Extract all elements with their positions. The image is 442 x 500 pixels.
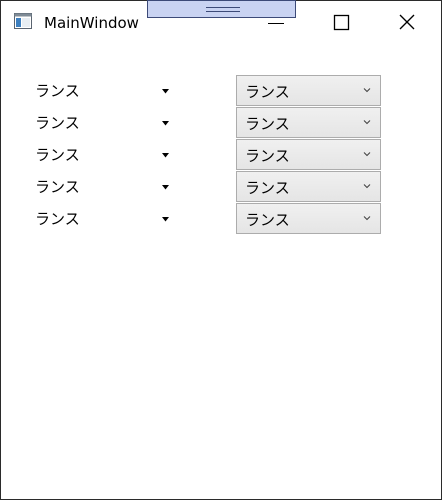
- combo-selected-value: ランス: [245, 147, 290, 165]
- minimize-icon: [268, 23, 284, 24]
- combo-box[interactable]: ランス: [236, 171, 381, 202]
- drag-handle-icon[interactable]: [206, 7, 240, 12]
- maximize-icon: [333, 14, 350, 31]
- combo-box[interactable]: ランス: [236, 107, 381, 138]
- combo-selected-value: ランス: [245, 83, 290, 101]
- chevron-down-icon: [363, 216, 371, 221]
- row-label: ランス: [35, 82, 80, 100]
- close-icon: [399, 14, 415, 30]
- row-label: ランス: [35, 114, 80, 132]
- chevron-down-icon: [363, 152, 371, 157]
- dropdown-arrow-icon[interactable]: [161, 88, 170, 94]
- dropdown-arrow-icon[interactable]: [161, 120, 170, 126]
- maximize-button[interactable]: [309, 1, 375, 45]
- chevron-down-icon: [363, 120, 371, 125]
- combo-box[interactable]: ランス: [236, 139, 381, 170]
- minimize-button[interactable]: [243, 1, 309, 45]
- main-window: MainWindow ランス ランス ランス ランス ランス ランス ランス ラ…: [0, 0, 442, 500]
- combo-box[interactable]: ランス: [236, 75, 381, 106]
- dropdown-arrow-icon[interactable]: [161, 216, 170, 222]
- window-title: MainWindow: [44, 14, 139, 32]
- title-bar[interactable]: MainWindow: [1, 0, 441, 45]
- close-button[interactable]: [375, 1, 441, 45]
- dropdown-arrow-icon[interactable]: [161, 184, 170, 190]
- row-label: ランス: [35, 178, 80, 196]
- dropdown-arrow-icon[interactable]: [161, 152, 170, 158]
- row-label: ランス: [35, 146, 80, 164]
- combo-selected-value: ランス: [245, 211, 290, 229]
- combo-box[interactable]: ランス: [236, 203, 381, 234]
- combo-selected-value: ランス: [245, 179, 290, 197]
- row-label: ランス: [35, 210, 80, 228]
- chevron-down-icon: [363, 184, 371, 189]
- app-window-icon: [14, 13, 32, 29]
- combo-selected-value: ランス: [245, 115, 290, 133]
- chevron-down-icon: [363, 88, 371, 93]
